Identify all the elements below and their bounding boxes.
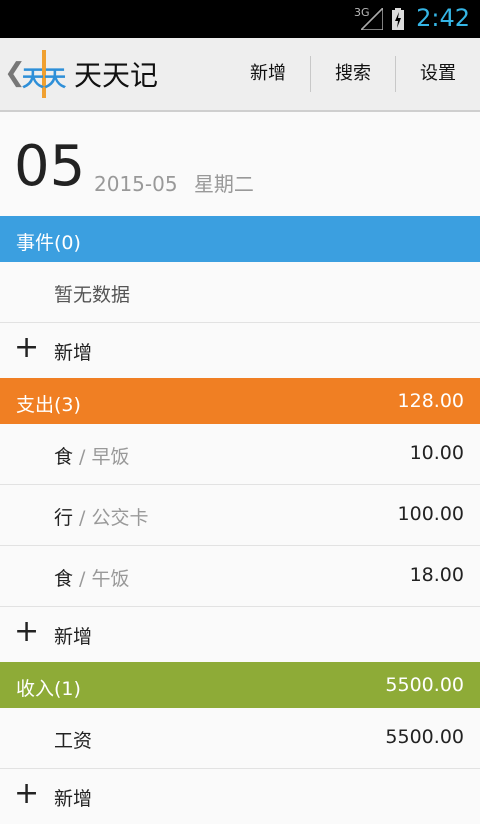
item-amount: 10.00 [409, 442, 464, 464]
item-amount: 5500.00 [385, 726, 464, 748]
item-category: 工资 [54, 730, 93, 752]
plus-icon: + [14, 776, 40, 811]
app-logo-icon[interactable]: 天天 [20, 48, 70, 100]
add-button[interactable]: 新增 [226, 38, 310, 110]
plus-icon: + [14, 330, 40, 365]
clock: 2:42 [416, 4, 470, 32]
list-item[interactable]: 行 / 公交卡 100.00 [0, 485, 480, 546]
day-content: 05 2015-05 星期二 事件(0) 暂无数据 + 新增 支出(3) 128… [0, 112, 480, 824]
action-bar: ❮ 天天 天天记 新增 搜索 设置 [0, 38, 480, 112]
weekday: 星期二 [193, 172, 254, 196]
item-category: 行 / 公交卡 [54, 507, 149, 529]
day-number: 05 [14, 134, 86, 199]
item-subcategory: 公交卡 [91, 507, 149, 529]
item-amount: 100.00 [397, 503, 464, 525]
events-title: 事件(0) [16, 232, 81, 254]
add-income-label: 新增 [54, 788, 93, 810]
date-subtitle: 2015-05 星期二 [94, 168, 254, 197]
signal-icon [361, 8, 383, 30]
expense-section-header[interactable]: 支出(3) 128.00 [0, 378, 480, 424]
list-item[interactable]: 食 / 早饭 10.00 [0, 424, 480, 485]
date-header: 05 2015-05 星期二 [0, 112, 480, 216]
add-expense-row[interactable]: + 新增 [0, 607, 480, 662]
item-amount: 18.00 [409, 564, 464, 586]
events-empty-row: 暂无数据 [0, 262, 480, 323]
income-title: 收入(1) [16, 678, 81, 700]
battery-charging-icon [392, 8, 404, 30]
income-section-header[interactable]: 收入(1) 5500.00 [0, 662, 480, 708]
item-category: 食 / 早饭 [54, 446, 130, 468]
income-total: 5500.00 [385, 674, 464, 696]
expense-total: 128.00 [397, 390, 464, 412]
settings-button[interactable]: 设置 [396, 38, 480, 110]
plus-icon: + [14, 614, 40, 649]
events-section-header[interactable]: 事件(0) [0, 216, 480, 262]
status-bar: 3G 2:42 [0, 0, 480, 38]
search-button[interactable]: 搜索 [311, 38, 395, 110]
year-month: 2015-05 [94, 172, 178, 196]
item-subcategory: 午饭 [91, 568, 130, 590]
add-event-label: 新增 [54, 342, 93, 364]
expense-title: 支出(3) [16, 394, 81, 416]
app-title: 天天记 [74, 59, 159, 92]
list-item[interactable]: 食 / 午饭 18.00 [0, 546, 480, 607]
add-income-row[interactable]: + 新增 [0, 769, 480, 824]
svg-text:天天: 天天 [22, 67, 67, 92]
item-category: 食 / 午饭 [54, 568, 130, 590]
add-expense-label: 新增 [54, 626, 93, 648]
item-subcategory: 早饭 [91, 446, 130, 468]
add-event-row[interactable]: + 新增 [0, 323, 480, 378]
empty-text: 暂无数据 [54, 284, 131, 306]
list-item[interactable]: 工资 5500.00 [0, 708, 480, 769]
